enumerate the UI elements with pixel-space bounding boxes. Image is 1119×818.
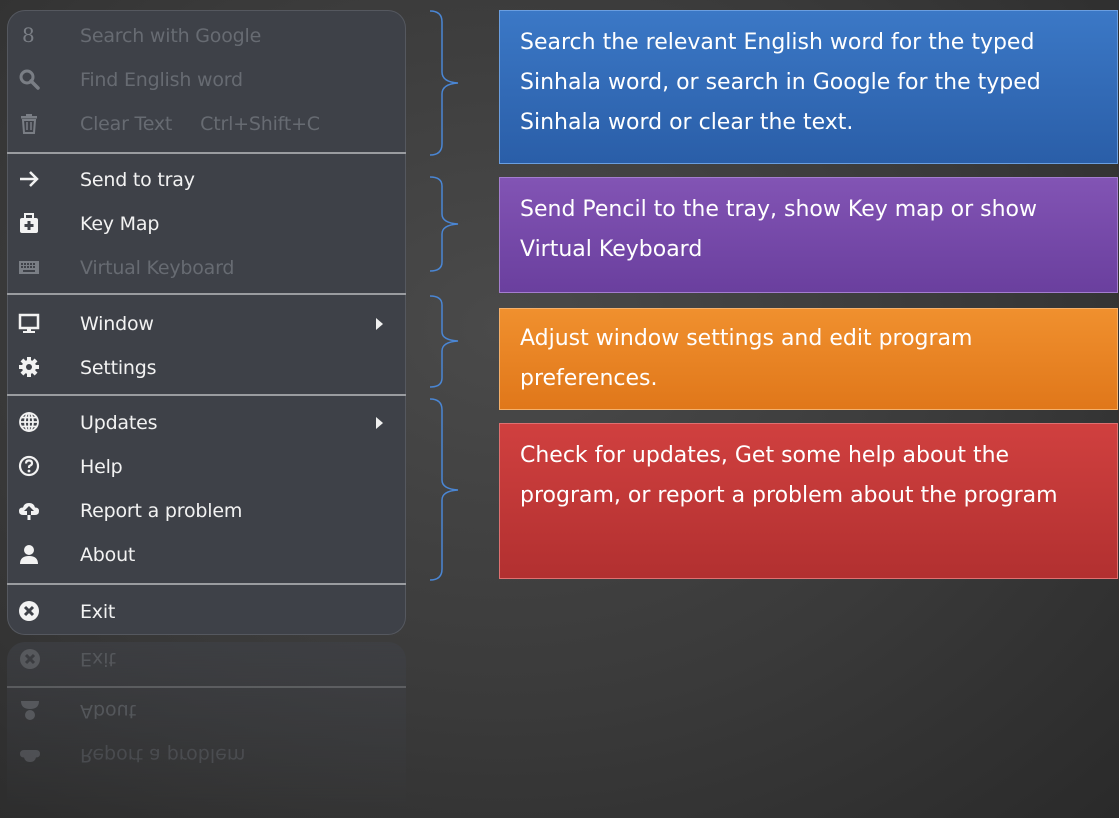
menu-item-find-english-word[interactable]: Find English word (7, 58, 406, 102)
cloud-upload-icon (19, 744, 41, 766)
reflection-label: Exit (80, 648, 116, 670)
brace-group-1 (428, 10, 464, 156)
callout-updates-help: Check for updates, Get some help about t… (499, 423, 1118, 579)
menu-item-exit[interactable]: Exit (7, 590, 406, 634)
callout-tray-keymap: Send Pencil to the tray, show Key map or… (499, 177, 1118, 293)
close-circle-icon (19, 648, 41, 670)
search-icon (18, 68, 40, 90)
menu-item-label: Updates (80, 412, 158, 434)
menu-item-updates[interactable]: Updates (7, 401, 406, 445)
globe-icon (18, 411, 40, 433)
user-icon (18, 543, 40, 565)
brace-group-2 (428, 176, 464, 272)
medkit-icon (18, 212, 40, 234)
svg-text:8: 8 (22, 24, 35, 46)
reflection-label: Report a problem (80, 744, 246, 766)
menu-item-label: Help (80, 456, 123, 478)
menu-item-label: Report a problem (80, 500, 243, 522)
callout-search-clear: Search the relevant English word for the… (499, 10, 1118, 164)
menu-item-send-to-tray[interactable]: Send to tray (7, 158, 406, 202)
menu-item-label: Key Map (80, 213, 160, 235)
reflection-separator (7, 686, 406, 688)
menu-item-label: Settings (80, 357, 157, 379)
context-menu: 8 Search with Google Find English word C… (7, 10, 406, 635)
menu-item-report-problem[interactable]: Report a problem (7, 489, 406, 533)
menu-item-label: Exit (80, 601, 116, 623)
menu-item-label: Send to tray (80, 169, 195, 191)
gear-icon (18, 356, 40, 378)
trash-icon (18, 112, 40, 134)
cloud-upload-icon (18, 499, 40, 521)
menu-separator (7, 394, 406, 396)
menu-item-label: Search with Google (80, 25, 262, 47)
menu-item-label: Window (80, 313, 154, 335)
menu-item-about[interactable]: About (7, 533, 406, 577)
monitor-icon (18, 312, 40, 334)
arrow-right-icon (18, 168, 40, 190)
google-g-icon: 8 (18, 23, 40, 47)
menu-item-label: Find English word (80, 69, 243, 91)
menu-item-search-with-google[interactable]: 8 Search with Google (7, 14, 406, 58)
menu-reflection: Exit About Report a problem (7, 642, 406, 818)
brace-group-3 (428, 295, 464, 388)
menu-item-label: Virtual Keyboard (80, 257, 235, 279)
question-icon (18, 455, 40, 477)
menu-item-help[interactable]: Help (7, 445, 406, 489)
menu-separator (7, 293, 406, 295)
menu-item-settings[interactable]: Settings (7, 346, 406, 390)
keyboard-icon (18, 256, 40, 278)
submenu-arrow-icon (376, 318, 383, 330)
user-icon (19, 700, 41, 722)
reflection-label: About (80, 700, 137, 722)
menu-item-virtual-keyboard[interactable]: Virtual Keyboard (7, 246, 406, 290)
callout-window-settings: Adjust window settings and edit program … (499, 308, 1118, 410)
shortcut-text: Ctrl+Shift+C (200, 113, 320, 135)
menu-item-key-map[interactable]: Key Map (7, 202, 406, 246)
menu-separator (7, 583, 406, 585)
menu-separator (7, 152, 406, 154)
menu-item-label: About (80, 544, 136, 566)
menu-item-window[interactable]: Window (7, 302, 406, 346)
menu-item-clear-text[interactable]: Clear Text Ctrl+Shift+C (7, 102, 406, 146)
close-circle-icon (18, 600, 40, 622)
brace-group-4 (428, 398, 464, 581)
submenu-arrow-icon (376, 417, 383, 429)
menu-item-label: Clear Text Ctrl+Shift+C (80, 113, 320, 135)
